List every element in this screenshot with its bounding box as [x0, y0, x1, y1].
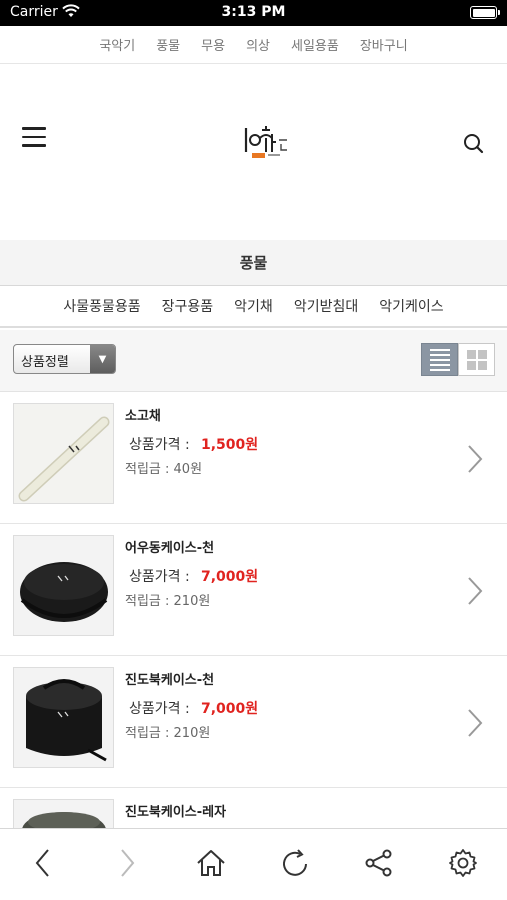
sub-category-tabs: 사물풍물용품 장구용품 악기채 악기받침대 악기케이스: [0, 286, 507, 328]
share-icon[interactable]: [359, 843, 399, 883]
tab-janggu[interactable]: 장구용품: [162, 296, 214, 316]
product-name: 진도북케이스-레자: [125, 805, 227, 820]
battery-icon: [470, 6, 500, 19]
top-menu-item-sale[interactable]: 세일용품: [291, 35, 339, 54]
tab-cases[interactable]: 악기케이스: [379, 296, 443, 316]
grid-view-button[interactable]: [458, 343, 495, 376]
chevron-left-icon[interactable]: [23, 843, 63, 883]
status-bar: Carrier 3:13 PM: [0, 0, 507, 26]
product-points: 적립금 : 210원: [125, 594, 211, 609]
top-menu: 국악기 풍물 무용 의상 세일용품 장바구니: [0, 26, 507, 64]
list-item[interactable]: 진도북케이스-레자: [0, 788, 507, 828]
product-price: 7,000원: [201, 701, 259, 717]
tab-stands[interactable]: 악기받침대: [294, 296, 358, 316]
clock: 3:13 PM: [221, 4, 286, 20]
sort-dropdown[interactable]: 상품정렬 ▼: [13, 344, 116, 374]
product-price: 1,500원: [201, 437, 259, 453]
list-view-button[interactable]: [421, 343, 458, 376]
logo[interactable]: [241, 118, 301, 162]
chevron-right-icon[interactable]: [107, 843, 147, 883]
header: [0, 64, 507, 240]
product-name: 진도북케이스-천: [125, 673, 215, 688]
tab-sticks[interactable]: 악기채: [234, 296, 273, 316]
category-title: 풍물: [0, 240, 507, 286]
chevron-right-icon[interactable]: [466, 576, 484, 606]
product-image: [13, 667, 114, 768]
product-image: [13, 403, 114, 504]
dropdown-arrow-icon: ▼: [90, 345, 115, 373]
list-item[interactable]: 소고채 상품가격 : 1,500원 적립금 : 40원: [0, 392, 507, 524]
product-name: 소고채: [125, 409, 161, 424]
product-points: 적립금 : 210원: [125, 726, 211, 741]
product-list: 소고채 상품가격 : 1,500원 적립금 : 40원 어우동케이스-천 상품가…: [0, 392, 507, 828]
product-price: 7,000원: [201, 569, 259, 585]
product-price-label: 상품가격 :: [129, 701, 190, 717]
product-image: [13, 799, 114, 828]
list-item[interactable]: 진도북케이스-천 상품가격 : 7,000원 적립금 : 210원: [0, 656, 507, 788]
sort-dropdown-label: 상품정렬: [21, 355, 69, 370]
tab-samul-pungmul[interactable]: 사물풍물용품: [63, 296, 140, 316]
product-name: 어우동케이스-천: [125, 541, 215, 556]
top-menu-item-gugakgi[interactable]: 국악기: [99, 35, 135, 54]
home-icon[interactable]: [191, 843, 231, 883]
product-price-label: 상품가격 :: [129, 569, 190, 585]
top-menu-item-costume[interactable]: 의상: [246, 35, 270, 54]
top-menu-item-cart[interactable]: 장바구니: [360, 35, 408, 54]
reload-icon[interactable]: [275, 843, 315, 883]
bottom-toolbar: [0, 828, 507, 900]
product-points: 적립금 : 40원: [125, 462, 203, 477]
top-menu-item-pungmul[interactable]: 풍물: [156, 35, 180, 54]
product-price-label: 상품가격 :: [129, 437, 190, 453]
chevron-right-icon[interactable]: [466, 444, 484, 474]
product-image: [13, 535, 114, 636]
hamburger-icon[interactable]: [22, 127, 46, 147]
chevron-right-icon[interactable]: [466, 708, 484, 738]
sort-bar: 상품정렬 ▼: [0, 330, 507, 392]
gear-icon[interactable]: [443, 843, 483, 883]
list-item[interactable]: 어우동케이스-천 상품가격 : 7,000원 적립금 : 210원: [0, 524, 507, 656]
search-icon[interactable]: [463, 133, 485, 155]
top-menu-item-dance[interactable]: 무용: [201, 35, 225, 54]
